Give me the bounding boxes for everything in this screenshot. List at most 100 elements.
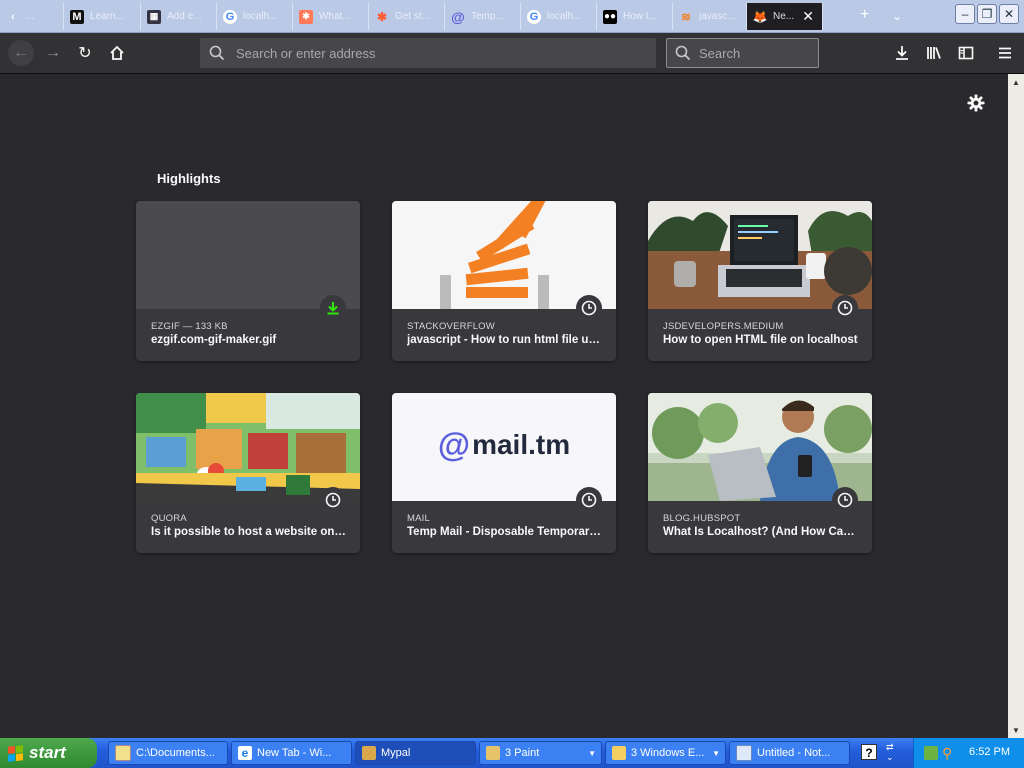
highlight-card-mailtm[interactable]: @ mail.tm MAIL Temp Mail - Disposable Te… [392,393,616,553]
network-icon[interactable] [924,746,938,760]
highlight-card-hubspot[interactable]: BLOG.HUBSPOT What Is Localhost? (And How… [648,393,872,553]
card-host: MAIL [407,513,430,524]
address-input[interactable] [234,44,656,62]
tab[interactable]: ✱ Get st... [369,3,445,30]
tab-label: localh... [243,11,278,22]
tab-label: Learn... [90,11,124,22]
cmd-icon [115,745,131,761]
clock: 6:52 PM [969,746,1010,758]
highlight-card-ezgif[interactable]: EZGIF — 133 KB ezgif.com-gif-maker.gif [136,201,360,361]
tab-label: javasc... [699,11,736,22]
taskbar-item-cmd[interactable]: C:\Documents... [108,741,228,765]
scroll-up-icon[interactable]: ▲ [1008,74,1024,90]
scroll-down-icon[interactable]: ▼ [1008,722,1024,738]
library-button[interactable] [922,41,946,65]
search-icon [675,45,691,61]
tab-label: What... [319,11,351,22]
settings-button[interactable] [967,94,985,117]
address-bar[interactable] [200,38,656,68]
at-icon: @ [451,8,465,25]
back-button[interactable]: ← [8,40,34,66]
download-icon [896,46,908,60]
highlight-card-stackoverflow[interactable]: STACKOVERFLOW javascript - How to run ht… [392,201,616,361]
chevron-down-icon[interactable]: ⌄ [892,9,902,23]
sidebar-button[interactable] [954,41,978,65]
chevron-down-icon: ▼ [712,748,720,758]
tab-label: Temp... [471,11,504,22]
tab[interactable]: G localh... [217,3,293,30]
card-thumbnail [136,201,360,309]
clock-icon [325,492,341,508]
close-tab-icon[interactable]: ✕ [802,8,814,25]
tab[interactable]: ▦ Add e... [141,3,217,30]
tab-label: Ne... [773,11,795,22]
stackoverflow-icon: ≋ [680,9,692,24]
tab[interactable]: @ Temp... [445,3,521,30]
taskbar-item-ie[interactable]: e New Tab - Wi... [231,741,352,765]
taskbar-item-label: Mypal [381,747,411,759]
forward-arrow-icon: → [45,44,61,61]
new-tab-plus-icon[interactable]: + [860,6,869,24]
taskbar-item-explorer[interactable]: 3 Windows E... ▼ [605,741,726,765]
person-with-laptop-image [648,393,872,501]
person-with-laptop-thumbnail [648,393,872,501]
card-title: Is it possible to host a website on loca… [151,526,347,538]
back-arrow-icon: ‹ [11,10,15,23]
search-input[interactable] [697,44,818,62]
close-window-button[interactable]: ✕ [999,4,1019,24]
stackoverflow-logo-thumbnail [392,201,616,309]
search-bar[interactable] [666,38,819,68]
vertical-scrollbar[interactable]: ▲ ▼ [1008,74,1024,738]
reload-button[interactable]: ↻ [73,41,97,65]
ie-icon: e [238,746,252,760]
tab[interactable]: ‹ ... [0,3,64,30]
card-host: EZGIF — 133 KB [151,321,228,332]
navigation-toolbar: ← → ↻ [0,33,1024,74]
tab[interactable]: ≋ javasc... [673,3,747,30]
taskbar-item-label: C:\Documents... [136,747,215,759]
tab-label: localh... [547,11,582,22]
language-toggle-icon[interactable]: ⇄ ⌄ [886,742,894,762]
tab-strip: ‹ ... M Learn... ▦ Add e... G localh... … [0,0,1024,33]
taskbar-item-mypal[interactable]: Mypal [355,741,476,765]
chevron-down-icon: ▼ [588,748,596,758]
card-title: What Is Localhost? (And How Can I Use It… [663,526,859,538]
library-icon [927,47,941,59]
home-button[interactable] [105,41,129,65]
clock-icon [837,492,853,508]
restore-button[interactable]: ❐ [977,4,997,24]
help-icon[interactable]: ? [861,744,877,760]
tab-active[interactable]: 🦊 Ne... ✕ [747,3,823,30]
laptop-on-desk-image [648,201,872,309]
taskbar-item-label: Untitled - Not... [757,747,831,759]
tab[interactable]: ✱ What... [293,3,369,30]
highlight-card-medium[interactable]: JSDEVELOPERS.MEDIUM How to open HTML fil… [648,201,872,361]
minimize-button[interactable]: – [955,4,975,24]
history-badge [576,295,602,321]
search-tray-icon[interactable]: ⚲ [942,745,952,762]
clock-icon [581,300,597,316]
download-icon [327,302,339,315]
taskbar-item-notepad[interactable]: Untitled - Not... [729,741,850,765]
tab[interactable]: ●● How t... [597,3,673,30]
illustration-image [136,393,360,501]
laptop-photo-thumbnail [648,201,872,309]
restore-icon: ❐ [981,7,993,21]
system-tray: ⚲ 6:52 PM [913,738,1024,768]
firefox-icon: 🦊 [752,9,768,24]
menu-button[interactable] [993,41,1017,65]
taskbar-item-paint[interactable]: 3 Paint ▼ [479,741,602,765]
downloads-button[interactable] [890,41,914,65]
windows-taskbar: start C:\Documents... e New Tab - Wi... … [0,738,1024,768]
highlight-card-quora[interactable]: QUORA Is it possible to host a website o… [136,393,360,553]
card-title: How to open HTML file on localhost [663,334,858,346]
sidebar-icon [958,46,974,60]
start-button[interactable]: start [0,738,97,768]
hubspot-icon: ✱ [376,9,388,24]
taskbar-item-label: 3 Windows E... [631,747,705,759]
download-badge [320,295,346,321]
stackoverflow-logo-icon [440,201,555,309]
tab[interactable]: G localh... [521,3,597,30]
tab[interactable]: M Learn... [64,3,141,30]
forward-button[interactable]: → [41,41,65,65]
